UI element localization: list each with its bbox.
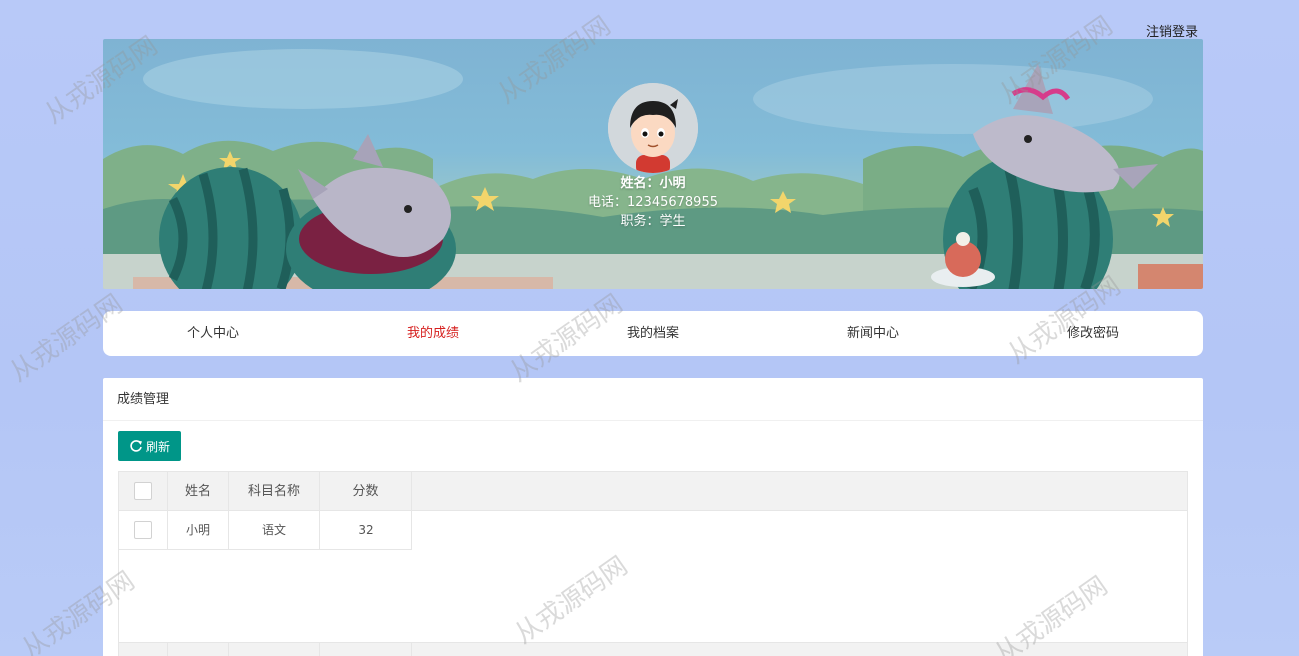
- table-header: 姓名 科目名称 分数: [119, 472, 1187, 511]
- refresh-icon: [130, 440, 142, 452]
- grades-panel: 成绩管理 刷新 姓名 科目名称 分数 小明 语文 32: [103, 378, 1203, 656]
- avatar: [608, 83, 698, 173]
- refresh-label: 刷新: [145, 439, 170, 454]
- profile-banner: 姓名：小明 电话：12345678955 职务：学生: [103, 39, 1203, 289]
- grades-table: 姓名 科目名称 分数 小明 语文 32: [118, 471, 1188, 656]
- main-nav: 个人中心 我的成绩 我的档案 新闻中心 修改密码: [103, 311, 1203, 356]
- select-all-checkbox[interactable]: [134, 482, 152, 500]
- cell-score: 32: [358, 523, 374, 537]
- row-checkbox-cell: [119, 511, 168, 550]
- profile-name: 姓名：小明: [620, 176, 686, 191]
- header-checkbox-cell: [119, 472, 168, 511]
- row-checkbox[interactable]: [134, 521, 152, 539]
- header-subject[interactable]: 科目名称: [229, 472, 320, 511]
- panel-title: 成绩管理: [103, 378, 1203, 421]
- header-score[interactable]: 分数: [320, 472, 412, 511]
- table-footer: [119, 642, 1187, 656]
- nav-item-personal-center[interactable]: 个人中心: [103, 311, 323, 356]
- cell-name: 小明: [168, 511, 229, 550]
- refresh-button[interactable]: 刷新: [118, 431, 181, 461]
- cell-subject: 语文: [229, 511, 320, 550]
- header-name[interactable]: 姓名: [168, 472, 229, 511]
- nav-item-change-password[interactable]: 修改密码: [983, 311, 1203, 356]
- profile-role: 职务：学生: [620, 214, 686, 229]
- table-row[interactable]: 小明 语文 32: [119, 511, 412, 550]
- nav-item-my-archive[interactable]: 我的档案: [543, 311, 763, 356]
- avatar-image: [608, 83, 698, 173]
- logout-link[interactable]: 注销登录: [1146, 21, 1198, 40]
- nav-item-news-center[interactable]: 新闻中心: [763, 311, 983, 356]
- profile-phone: 电话：12345678955: [588, 195, 718, 210]
- nav-item-my-grades[interactable]: 我的成绩: [323, 311, 543, 356]
